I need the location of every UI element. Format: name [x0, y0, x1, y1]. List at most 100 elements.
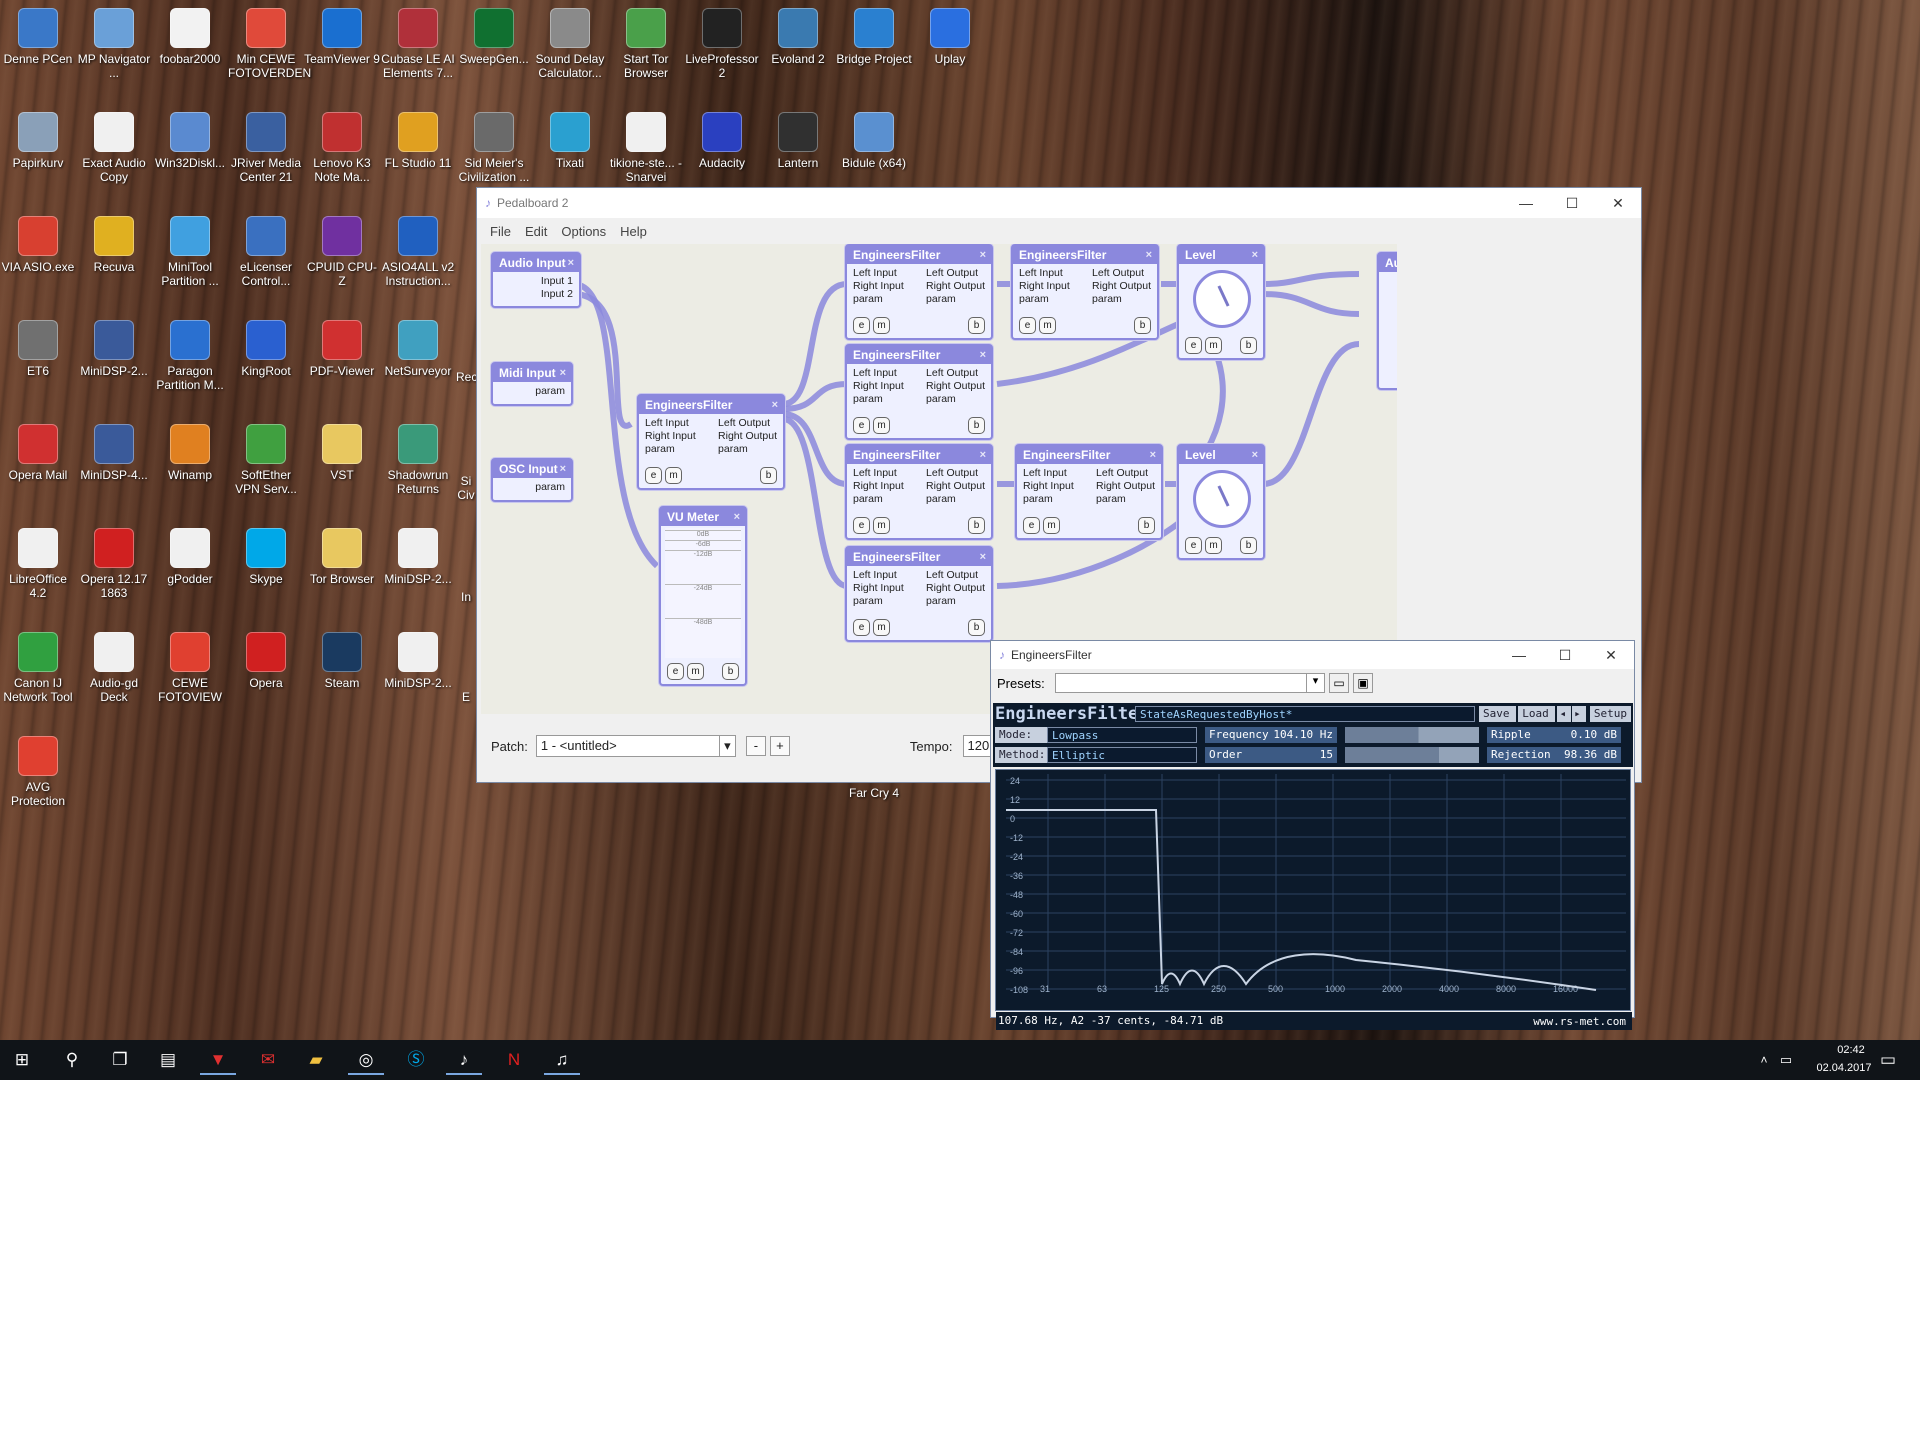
osc-input-node[interactable]: OSC Input × param — [491, 458, 573, 502]
close-icon[interactable]: × — [1146, 246, 1152, 264]
port-label[interactable]: Left Output — [926, 367, 985, 380]
port-label[interactable]: Right Input — [853, 380, 904, 393]
desktop-icon[interactable]: Rec — [456, 370, 477, 384]
port-label[interactable]: param — [535, 385, 565, 398]
save-icon[interactable]: ▣ — [1353, 673, 1373, 693]
desktop-icon[interactable]: FL Studio 11 — [380, 112, 456, 170]
port-label[interactable]: Right Output — [926, 480, 985, 493]
ripple-slider[interactable]: Ripple 0.10 dB — [1487, 727, 1621, 743]
menu-file[interactable]: File — [490, 224, 511, 239]
desktop-icon[interactable]: MiniTool Partition ... — [152, 216, 228, 288]
port-label[interactable]: Right Input — [853, 582, 904, 595]
node-title[interactable]: Audio Input × — [493, 254, 579, 272]
filter-node[interactable]: EngineersFilter × Left Input Right Input par… — [637, 394, 785, 490]
port-label[interactable]: Right Input — [645, 430, 696, 443]
desktop-icon[interactable]: E — [456, 690, 476, 704]
desktop-icon[interactable]: CEWE FOTOVIEW — [152, 632, 228, 704]
rs-met-url[interactable]: www.rs-met.com — [1533, 1015, 1626, 1028]
node-title[interactable]: Audio Output× — [1379, 254, 1397, 272]
next-preset-button[interactable]: ▸ — [1572, 706, 1586, 722]
port-label[interactable]: Input 2 — [541, 288, 573, 301]
port-label[interactable]: Right Output — [718, 430, 777, 443]
desktop-icon[interactable]: KingRoot — [228, 320, 304, 378]
desktop-icon[interactable]: Cubase LE AI Elements 7... — [380, 8, 456, 80]
frequency-slider[interactable]: Frequency 104.10 Hz — [1205, 727, 1337, 743]
port-label[interactable]: Left Output — [1092, 267, 1151, 280]
desktop-icon[interactable]: SweepGen... — [456, 8, 532, 66]
port-label[interactable]: param — [718, 443, 777, 456]
port-label[interactable]: param — [926, 595, 985, 608]
desktop-icon[interactable]: VST — [304, 424, 380, 482]
port-label[interactable]: Left Output — [926, 569, 985, 582]
maximize-button[interactable]: ☐ — [1549, 195, 1595, 212]
node-title[interactable]: Midi Input × — [493, 364, 571, 382]
filter-node[interactable]: EngineersFilter × Left Input Right Input par… — [845, 344, 993, 440]
port-label[interactable]: param — [853, 595, 904, 608]
desktop-icon[interactable]: Audacity — [684, 112, 760, 170]
node-bypass-button[interactable]: b — [722, 663, 739, 680]
menu-help[interactable]: Help — [620, 224, 647, 239]
desktop-icon[interactable]: Start Tor Browser — [608, 8, 684, 80]
port-label[interactable]: Left Input — [853, 467, 904, 480]
desktop-icon[interactable]: Canon IJ Network Tool — [0, 632, 76, 704]
setup-button[interactable]: Setup — [1589, 706, 1631, 722]
desktop-icon[interactable]: SoftEther VPN Serv... — [228, 424, 304, 496]
store-icon[interactable]: ▤ — [150, 1045, 186, 1075]
port-label[interactable]: Right Input — [853, 480, 904, 493]
desktop-icon[interactable]: tikione-ste... - Snarvei — [608, 112, 684, 184]
node-edit-button[interactable]: e — [667, 663, 684, 680]
node-title[interactable]: EngineersFilter × — [639, 396, 783, 414]
node-mapping-button[interactable]: m — [873, 317, 890, 334]
desktop-icon[interactable]: Steam — [304, 632, 380, 690]
start-button[interactable]: ⊞ — [4, 1045, 40, 1075]
close-icon[interactable]: × — [980, 346, 986, 364]
pedalboard-icon[interactable]: ♪ — [446, 1045, 482, 1075]
minimize-button[interactable]: — — [1503, 195, 1549, 211]
desktop-icon[interactable]: NetSurveyor — [380, 320, 456, 378]
close-icon[interactable]: × — [1150, 446, 1156, 464]
desktop-icon[interactable]: CPUID CPU-Z — [304, 216, 380, 288]
desktop-icon-label[interactable]: Far Cry 4 — [836, 786, 912, 800]
port-label[interactable]: Right Input — [1023, 480, 1074, 493]
desktop-icon[interactable]: Audio-gd Deck — [76, 632, 152, 704]
port-label[interactable]: param — [926, 293, 985, 306]
port-label[interactable]: param — [853, 493, 904, 506]
desktop-icon[interactable]: Bridge Project — [836, 8, 912, 66]
node-title[interactable]: EngineersFilter × — [1013, 246, 1157, 264]
node-edit-button[interactable]: e — [853, 417, 870, 434]
mail-icon[interactable]: ✉ — [250, 1045, 286, 1075]
node-mapping-button[interactable]: m — [1039, 317, 1056, 334]
desktop-icon[interactable]: Opera Mail — [0, 424, 76, 482]
filter-node[interactable]: EngineersFilter × Left Input Right Input par… — [845, 546, 993, 642]
level-node[interactable]: Level × e m b — [1177, 444, 1265, 560]
ef-titlebar[interactable]: ♪ EngineersFilter — ☐ ✕ — [991, 641, 1634, 669]
desktop-icon[interactable]: TeamViewer 9 — [304, 8, 380, 66]
node-edit-button[interactable]: e — [1185, 337, 1202, 354]
close-icon[interactable]: × — [568, 254, 574, 272]
desktop-icon[interactable]: Winamp — [152, 424, 228, 482]
port-label[interactable]: Right Input — [853, 280, 904, 293]
node-edit-button[interactable]: e — [853, 317, 870, 334]
close-icon[interactable]: × — [980, 246, 986, 264]
search-icon[interactable]: ⚲ — [54, 1045, 90, 1075]
node-bypass-button[interactable]: b — [968, 317, 985, 334]
filter-node[interactable]: EngineersFilter × Left Input Right Input par… — [1015, 444, 1163, 540]
port-label[interactable]: Left Input — [853, 267, 904, 280]
port-label[interactable]: param — [645, 443, 696, 456]
desktop-icon[interactable]: MiniDSP-2... — [76, 320, 152, 378]
slider-track[interactable] — [1345, 747, 1479, 763]
port-label[interactable]: Left Input — [853, 367, 904, 380]
minimize-button[interactable]: — — [1496, 647, 1542, 663]
patch-select[interactable]: 1 - <untitled> ▾ — [535, 735, 736, 757]
close-icon[interactable]: × — [734, 508, 740, 526]
close-icon[interactable]: × — [1252, 446, 1258, 464]
port-label[interactable]: Left Output — [926, 267, 985, 280]
desktop-icon[interactable]: Min CEWE FOTOVERDEN — [228, 8, 311, 80]
desktop-icon[interactable]: PDF-Viewer — [304, 320, 380, 378]
desktop-icon[interactable]: VIA ASIO.exe — [0, 216, 76, 274]
port-label[interactable]: param — [535, 481, 565, 494]
node-mapping-button[interactable]: m — [1043, 517, 1060, 534]
node-bypass-button[interactable]: b — [968, 619, 985, 636]
mode-select[interactable]: Lowpass — [1047, 727, 1197, 743]
node-edit-button[interactable]: e — [853, 517, 870, 534]
